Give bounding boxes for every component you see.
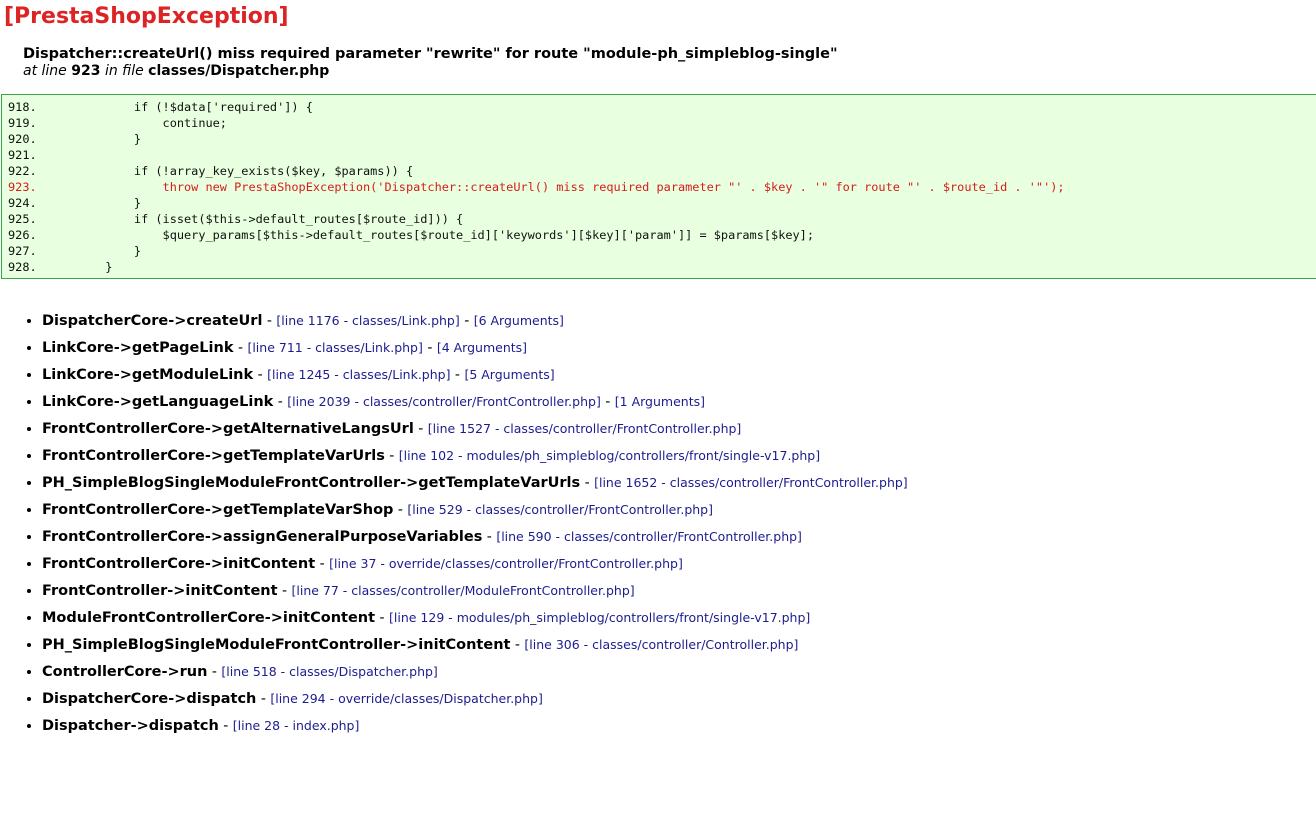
trace-location-link[interactable]: [line 28 - index.php] — [233, 718, 360, 733]
trace-location-link[interactable]: [line 129 - modules/ph_simpleblog/contro… — [389, 610, 810, 625]
code-excerpt: 918. if (!$data['required']) { 919. cont… — [1, 94, 1316, 279]
code-line: 919. continue; — [8, 115, 1316, 131]
error-file-path: classes/Dispatcher.php — [148, 63, 330, 79]
code-line-text: } — [48, 244, 142, 258]
code-line: 921. — [8, 147, 1316, 163]
stack-trace-item: LinkCore->getModuleLink - [line 1245 - c… — [42, 361, 908, 388]
trace-function: DispatcherCore->dispatch — [42, 691, 257, 707]
stack-trace-item: FrontControllerCore->initContent - [line… — [42, 550, 908, 577]
code-line-text: } — [48, 132, 142, 146]
code-line: 922. if (!array_key_exists($key, $params… — [8, 163, 1316, 179]
trace-location-link[interactable]: [line 2039 - classes/controller/FrontCon… — [287, 394, 601, 409]
code-line: 924. } — [8, 195, 1316, 211]
trace-function: ControllerCore->run — [42, 664, 208, 680]
code-line-text: throw new PrestaShopException('Dispatche… — [48, 180, 1065, 194]
stack-trace-item: FrontControllerCore->assignGeneralPurpos… — [42, 523, 908, 550]
error-line-number: 923 — [71, 63, 101, 79]
code-line-number: 926. — [8, 228, 37, 242]
trace-function: FrontControllerCore->getTemplateVarUrls — [42, 448, 385, 464]
trace-function: FrontControllerCore->initContent — [42, 556, 316, 572]
code-line-number: 923. — [8, 180, 37, 194]
trace-arguments-link[interactable]: [4 Arguments] — [437, 340, 527, 355]
trace-location-link[interactable]: [line 77 - classes/controller/ModuleFron… — [292, 583, 635, 598]
at-line-label: at line — [23, 63, 67, 79]
stack-trace-item: FrontController->initContent - [line 77 … — [42, 577, 908, 604]
stack-trace-item: FrontControllerCore->getTemplateVarUrls … — [42, 442, 908, 469]
code-line-text: if (!array_key_exists($key, $params)) { — [48, 164, 414, 178]
trace-location-link[interactable]: [line 1527 - classes/controller/FrontCon… — [428, 421, 742, 436]
trace-function: LinkCore->getLanguageLink — [42, 394, 274, 410]
code-line-number: 924. — [8, 196, 37, 210]
trace-function: ModuleFrontControllerCore->initContent — [42, 610, 376, 626]
stack-trace-item: ControllerCore->run - [line 518 - classe… — [42, 658, 908, 685]
error-page: [PrestaShopException] Dispatcher::create… — [0, 0, 1316, 824]
code-line: 920. } — [8, 131, 1316, 147]
code-line: 928. } — [8, 259, 1316, 275]
stack-trace-item: FrontControllerCore->getTemplateVarShop … — [42, 496, 908, 523]
trace-location-link[interactable]: [line 590 - classes/controller/FrontCont… — [496, 529, 802, 544]
trace-location-link[interactable]: [line 518 - classes/Dispatcher.php] — [221, 664, 437, 679]
code-line-error: 923. throw new PrestaShopException('Disp… — [8, 179, 1316, 195]
code-line: 926. $query_params[$this->default_routes… — [8, 227, 1316, 243]
trace-function: FrontController->initContent — [42, 583, 278, 599]
trace-function: FrontControllerCore->assignGeneralPurpos… — [42, 529, 483, 545]
code-line-number: 922. — [8, 164, 37, 178]
stack-trace-item: ModuleFrontControllerCore->initContent -… — [42, 604, 908, 631]
exception-location: at line 923 in file classes/Dispatcher.p… — [23, 63, 1303, 80]
code-line-number: 927. — [8, 244, 37, 258]
code-line-number: 925. — [8, 212, 37, 226]
code-line: 918. if (!$data['required']) { — [8, 99, 1316, 115]
trace-location-link[interactable]: [line 294 - override/classes/Dispatcher.… — [270, 691, 543, 706]
code-line-number: 918. — [8, 100, 37, 114]
trace-location-link[interactable]: [line 306 - classes/controller/Controlle… — [524, 637, 798, 652]
code-line-text: if (isset($this->default_routes[$route_i… — [48, 212, 464, 226]
trace-function: FrontControllerCore->getTemplateVarShop — [42, 502, 394, 518]
code-line-text: } — [48, 260, 113, 274]
stack-trace-item: FrontControllerCore->getAlternativeLangs… — [42, 415, 908, 442]
code-line-text: continue; — [48, 116, 227, 130]
exception-message-block: Dispatcher::createUrl() miss required pa… — [23, 45, 1303, 80]
trace-function: PH_SimpleBlogSingleModuleFrontController… — [42, 475, 581, 491]
trace-location-link[interactable]: [line 1652 - classes/controller/FrontCon… — [594, 475, 908, 490]
code-line-text: $query_params[$this->default_routes[$rou… — [48, 228, 814, 242]
exception-message: Dispatcher::createUrl() miss required pa… — [23, 46, 838, 62]
exception-title: [PrestaShopException] — [4, 4, 289, 29]
trace-function: DispatcherCore->createUrl — [42, 313, 263, 329]
trace-arguments-link[interactable]: [5 Arguments] — [464, 367, 554, 382]
trace-function: Dispatcher->dispatch — [42, 718, 219, 734]
trace-function: PH_SimpleBlogSingleModuleFrontController… — [42, 637, 511, 653]
trace-location-link[interactable]: [line 711 - classes/Link.php] — [247, 340, 422, 355]
trace-function: LinkCore->getModuleLink — [42, 367, 254, 383]
code-line-number: 919. — [8, 116, 37, 130]
code-line: 925. if (isset($this->default_routes[$ro… — [8, 211, 1316, 227]
trace-location-link[interactable]: [line 102 - modules/ph_simpleblog/contro… — [399, 448, 820, 463]
code-line: 927. } — [8, 243, 1316, 259]
trace-arguments-link[interactable]: [6 Arguments] — [474, 313, 564, 328]
trace-function: FrontControllerCore->getAlternativeLangs… — [42, 421, 414, 437]
stack-trace-item: PH_SimpleBlogSingleModuleFrontController… — [42, 631, 908, 658]
stack-trace-item: Dispatcher->dispatch - [line 28 - index.… — [42, 712, 908, 739]
trace-function: LinkCore->getPageLink — [42, 340, 234, 356]
code-line-text: if (!$data['required']) { — [48, 100, 313, 114]
trace-location-link[interactable]: [line 1176 - classes/Link.php] — [276, 313, 459, 328]
code-line-text: } — [48, 196, 142, 210]
stack-trace-item: DispatcherCore->createUrl - [line 1176 -… — [42, 307, 908, 334]
stack-trace-item: DispatcherCore->dispatch - [line 294 - o… — [42, 685, 908, 712]
trace-arguments-link[interactable]: [1 Arguments] — [615, 394, 705, 409]
stack-trace-item: LinkCore->getLanguageLink - [line 2039 -… — [42, 388, 908, 415]
code-line-number: 921. — [8, 148, 37, 162]
code-line-number: 920. — [8, 132, 37, 146]
trace-location-link[interactable]: [line 529 - classes/controller/FrontCont… — [407, 502, 713, 517]
trace-location-link[interactable]: [line 1245 - classes/Link.php] — [267, 367, 450, 382]
code-line-number: 928. — [8, 260, 37, 274]
stack-trace: DispatcherCore->createUrl - [line 1176 -… — [0, 307, 908, 739]
trace-location-link[interactable]: [line 37 - override/classes/controller/F… — [329, 556, 683, 571]
stack-trace-item: PH_SimpleBlogSingleModuleFrontController… — [42, 469, 908, 496]
stack-trace-item: LinkCore->getPageLink - [line 711 - clas… — [42, 334, 908, 361]
in-file-label: in file — [104, 63, 144, 79]
